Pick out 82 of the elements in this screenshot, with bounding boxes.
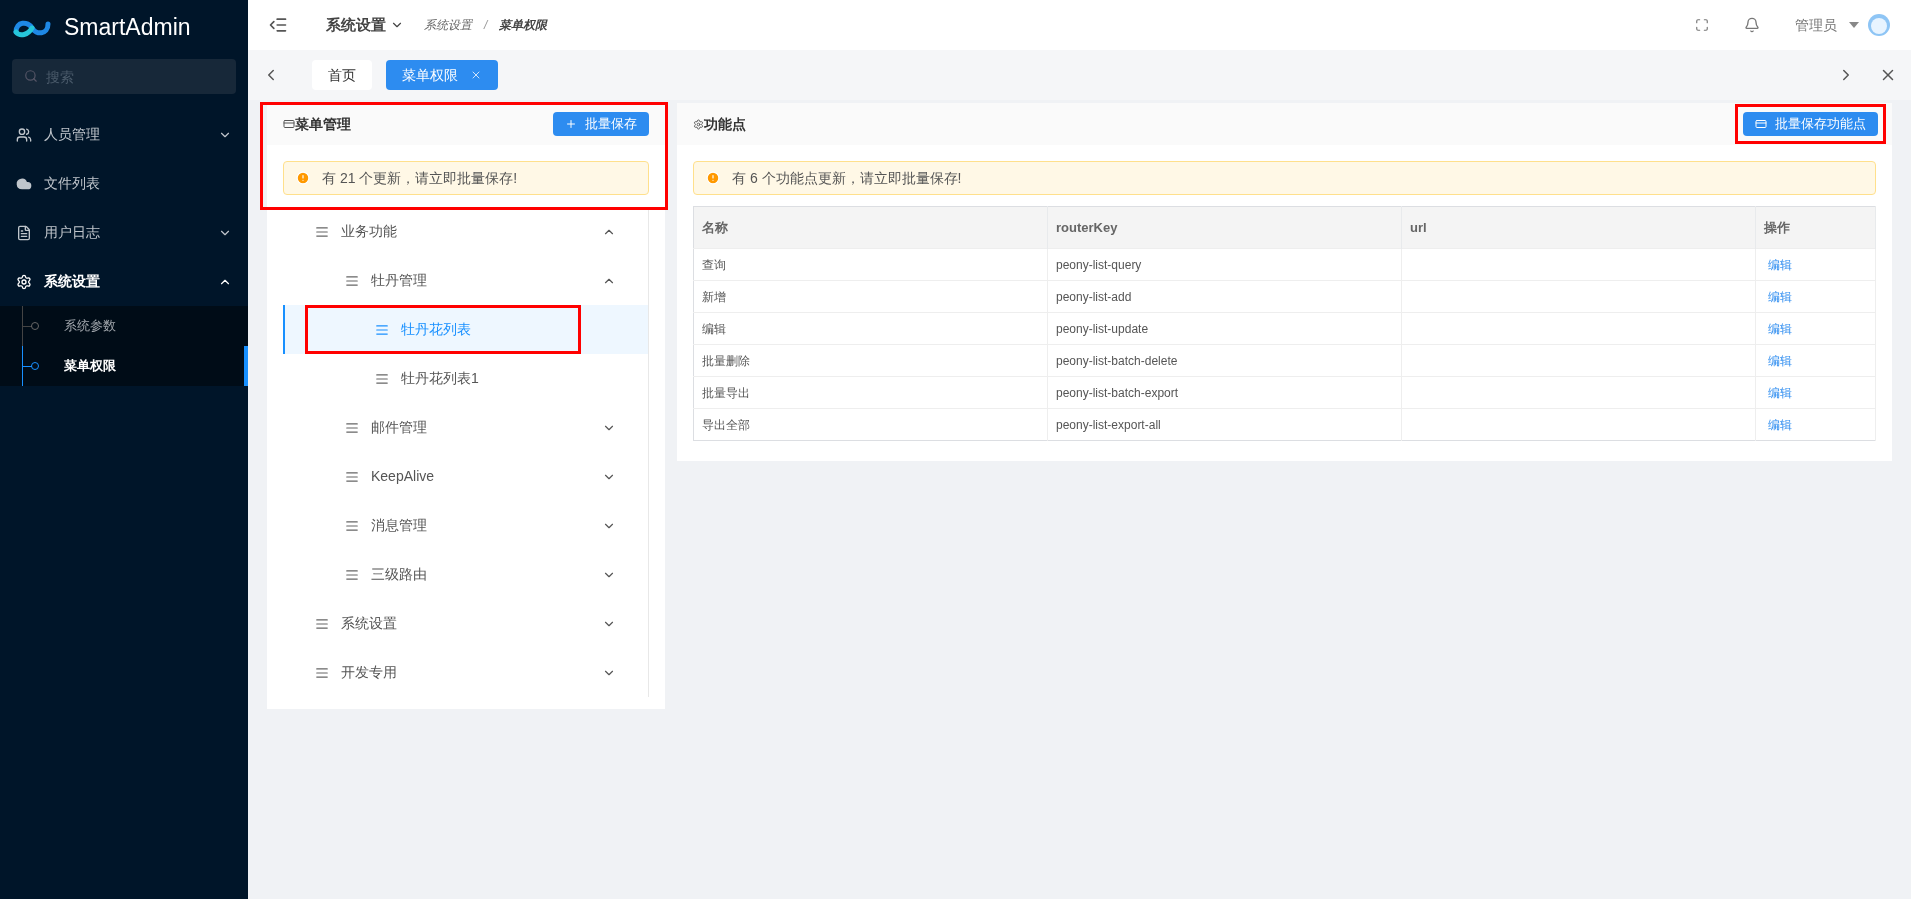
table-cell: 批量导出 bbox=[702, 385, 750, 400]
panel-title: 菜单管理 bbox=[295, 114, 351, 134]
bell-icon[interactable] bbox=[1744, 17, 1760, 33]
fullscreen-icon[interactable] bbox=[1695, 18, 1709, 32]
table-cell: peony-list-query bbox=[1056, 257, 1142, 272]
column-header: url bbox=[1401, 206, 1756, 249]
list-icon bbox=[345, 420, 359, 435]
breadcrumb-item[interactable]: 系统设置 bbox=[424, 16, 472, 34]
document-icon bbox=[16, 224, 32, 241]
list-icon bbox=[315, 616, 329, 631]
plus-icon bbox=[565, 118, 577, 130]
edit-link[interactable]: 编辑 bbox=[1768, 353, 1792, 368]
sidebar-item[interactable]: 用户日志 bbox=[0, 208, 248, 257]
list-icon bbox=[345, 567, 359, 582]
settings-icon bbox=[16, 273, 32, 290]
page-tab[interactable]: 首页 bbox=[312, 60, 372, 90]
warning-icon bbox=[296, 171, 310, 185]
table-cell: peony-list-update bbox=[1056, 321, 1149, 336]
table-cell: 新增 bbox=[702, 289, 726, 304]
gear-icon bbox=[693, 118, 704, 130]
tree-item[interactable]: 消息管理 bbox=[283, 501, 648, 550]
list-icon bbox=[315, 224, 329, 239]
table-cell: 查询 bbox=[702, 257, 726, 272]
app-logo-text: SmartAdmin bbox=[64, 13, 191, 43]
user-name[interactable]: 管理员 bbox=[1795, 14, 1837, 36]
list-icon bbox=[375, 371, 389, 386]
breadcrumb-item: 菜单权限 bbox=[499, 17, 548, 34]
alert-text: 有 21 个更新，请立即批量保存! bbox=[322, 168, 518, 188]
sidebar-item[interactable]: 人员管理 bbox=[0, 110, 248, 159]
module-dropdown[interactable]: 系统设置 bbox=[326, 13, 404, 37]
tree-item[interactable]: 三级路由 bbox=[283, 550, 648, 599]
tree-label: 邮件管理 bbox=[371, 418, 427, 437]
tree-item[interactable]: 业务功能 bbox=[283, 207, 648, 256]
table-cell: peony-list-batch-export bbox=[1056, 385, 1179, 400]
list-icon bbox=[375, 322, 389, 337]
list-icon bbox=[345, 518, 359, 533]
breadcrumb-separator: / bbox=[484, 17, 488, 34]
search-icon bbox=[24, 69, 38, 83]
caret-icon[interactable] bbox=[1849, 22, 1859, 28]
tree-item[interactable]: 开发专用 bbox=[283, 648, 648, 697]
tree-item[interactable]: 系统设置 bbox=[283, 599, 648, 648]
warning-icon bbox=[706, 171, 720, 185]
column-header: 操作 bbox=[1755, 206, 1876, 249]
column-header: routerKey bbox=[1047, 206, 1402, 249]
edit-link[interactable]: 编辑 bbox=[1768, 321, 1792, 336]
card-icon bbox=[283, 118, 295, 130]
table-cell: peony-list-batch-delete bbox=[1056, 353, 1178, 368]
tree-item[interactable]: 牡丹花列表1 bbox=[283, 354, 648, 403]
alert-text: 有 6 个功能点更新，请立即批量保存! bbox=[732, 168, 962, 188]
users-icon bbox=[16, 126, 32, 143]
tree-label: 业务功能 bbox=[341, 222, 397, 241]
tree-label: 开发专用 bbox=[341, 663, 397, 682]
edit-link[interactable]: 编辑 bbox=[1768, 257, 1792, 272]
tree-label: 牡丹花列表1 bbox=[401, 369, 479, 388]
tree-item[interactable]: 牡丹管理 bbox=[283, 256, 648, 305]
edit-link[interactable]: 编辑 bbox=[1768, 289, 1792, 304]
edit-link[interactable]: 编辑 bbox=[1768, 417, 1792, 432]
table-cell: 批量删除 bbox=[702, 353, 750, 368]
tree-label: 系统设置 bbox=[341, 614, 397, 633]
tree-label: 消息管理 bbox=[371, 516, 427, 535]
table-cell: 编辑 bbox=[702, 321, 726, 336]
sidebar-item[interactable]: 文件列表 bbox=[0, 159, 248, 208]
sidebar-item[interactable]: 系统设置 bbox=[0, 257, 248, 306]
card-icon bbox=[1755, 118, 1767, 130]
list-icon bbox=[345, 273, 359, 288]
table-cell: peony-list-add bbox=[1056, 289, 1132, 304]
edit-link[interactable]: 编辑 bbox=[1768, 385, 1792, 400]
table-cell: 导出全部 bbox=[702, 417, 750, 432]
column-header: 名称 bbox=[693, 206, 1048, 249]
tree-label: KeepAlive bbox=[371, 467, 435, 486]
tree-label: 牡丹管理 bbox=[371, 271, 427, 290]
tree-label: 三级路由 bbox=[371, 565, 427, 584]
submenu-item[interactable]: 菜单权限 bbox=[0, 346, 248, 386]
collapse-icon[interactable] bbox=[268, 15, 288, 35]
table-cell: peony-list-export-all bbox=[1056, 417, 1161, 432]
tree-item[interactable]: 邮件管理 bbox=[283, 403, 648, 452]
list-icon bbox=[315, 665, 329, 680]
tree-label: 牡丹花列表 bbox=[401, 320, 471, 339]
submenu-item[interactable]: 系统参数 bbox=[0, 306, 248, 346]
tree-item[interactable]: KeepAlive bbox=[283, 452, 648, 501]
panel-title: 功能点 bbox=[704, 114, 746, 134]
list-icon bbox=[345, 469, 359, 484]
